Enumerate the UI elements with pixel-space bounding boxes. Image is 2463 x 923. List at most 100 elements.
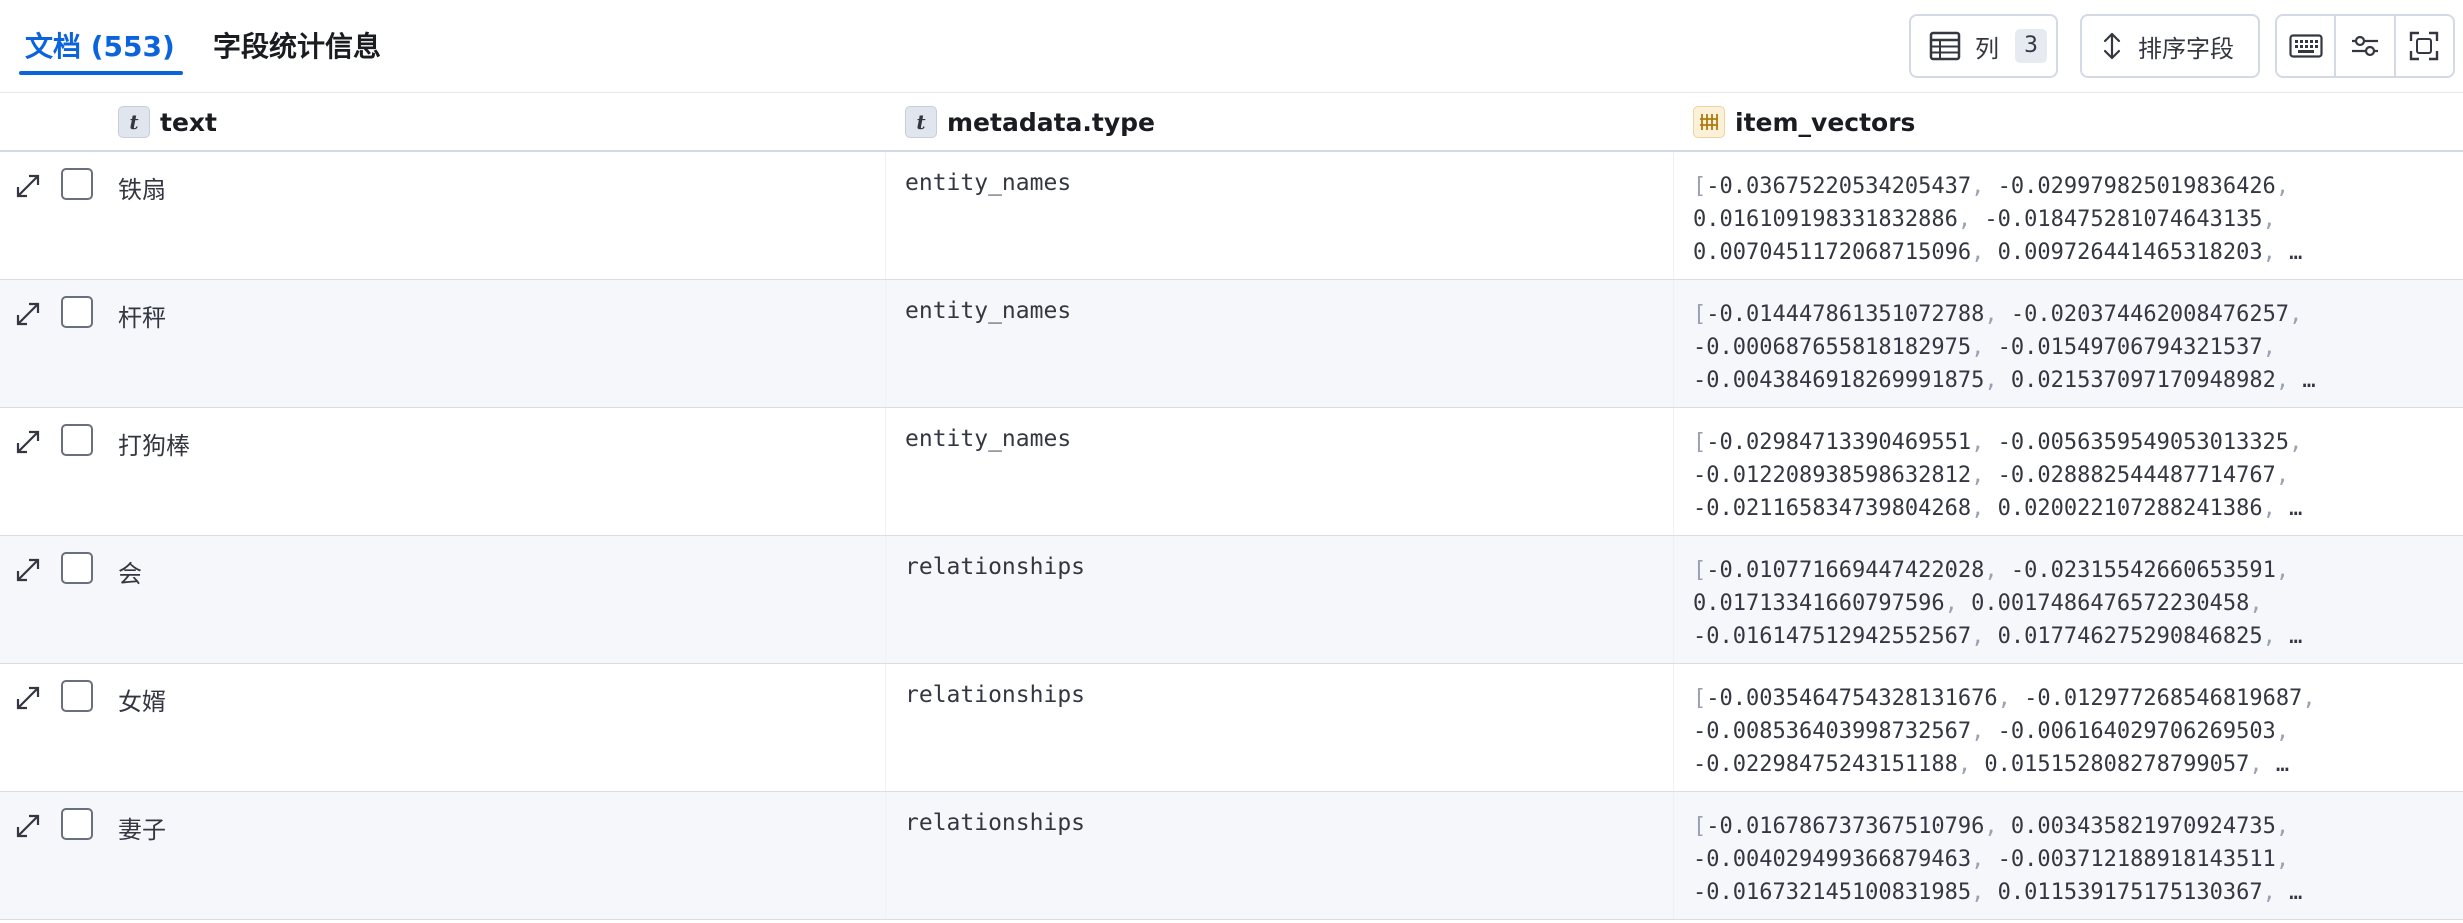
cell-text[interactable]: 妻子 (118, 810, 166, 845)
vector-line: 0.016109198331832886, -0.018475281074643… (1693, 207, 2276, 232)
vector-line: [-0.0035464754328131676, -0.012977268546… (1693, 686, 2316, 711)
vector-line: 0.0070451172068715096, 0.009726441465318… (1693, 240, 2303, 265)
expand-icon[interactable] (14, 428, 42, 456)
cell-metadata-type[interactable]: entity_names (905, 170, 1071, 196)
cell-metadata-type[interactable]: relationships (905, 682, 1085, 708)
column-header-text[interactable]: t text (118, 93, 217, 151)
vector-line: [-0.02984713390469551, -0.00563595490530… (1693, 430, 2303, 455)
vector-line: [-0.010771669447422028, -0.0231554266065… (1693, 558, 2290, 583)
column-header-metadata-type[interactable]: t metadata.type (905, 93, 1155, 151)
vector-line: [-0.03675220534205437, -0.02997982501983… (1693, 174, 2290, 199)
truncation-ellipsis: … (2289, 624, 2303, 649)
cell-item-vectors[interactable]: [-0.016786737367510796, 0.00343582197092… (1693, 810, 2413, 909)
table-row: 会 relationships [-0.010771669447422028, … (0, 536, 2463, 664)
cell-item-vectors[interactable]: [-0.010771669447422028, -0.0231554266065… (1693, 554, 2413, 653)
expand-icon[interactable] (14, 556, 42, 584)
row-select-checkbox[interactable] (61, 296, 93, 328)
vector-line: -0.016732145100831985, 0.011539175175130… (1693, 880, 2303, 905)
column-divider (885, 408, 886, 535)
vector-line: 0.01713341660797596, 0.00174864765722304… (1693, 591, 2263, 616)
column-divider (1673, 152, 1674, 279)
cell-item-vectors[interactable]: [-0.03675220534205437, -0.02997982501983… (1693, 170, 2413, 269)
column-header-item-vectors[interactable]: item_vectors (1693, 93, 1915, 151)
row-select-checkbox[interactable] (61, 808, 93, 840)
column-divider (1673, 664, 1674, 791)
cell-item-vectors[interactable]: [-0.014447861351072788, -0.0203744620084… (1693, 298, 2413, 397)
table-row: 打狗棒 entity_names [-0.02984713390469551, … (0, 408, 2463, 536)
cell-metadata-type[interactable]: relationships (905, 810, 1085, 836)
expand-icon[interactable] (14, 684, 42, 712)
column-divider (1673, 536, 1674, 663)
columns-label: 列 (1975, 34, 1999, 63)
column-header-label: metadata.type (947, 107, 1156, 137)
discover-top-bar: 文档 (553) 字段统计信息 列 3 排序字段 (0, 0, 2463, 92)
expand-icon[interactable] (14, 300, 42, 328)
data-grid-header: t text t metadata.type item_vectors (0, 92, 2463, 152)
cell-text[interactable]: 女婿 (118, 682, 166, 717)
column-header-label: item_vectors (1735, 107, 1916, 137)
cell-item-vectors[interactable]: [-0.0035464754328131676, -0.012977268546… (1693, 682, 2413, 781)
sort-fields-label: 排序字段 (2138, 34, 2234, 63)
keyboard-shortcuts-button[interactable] (2277, 16, 2334, 76)
tab-documents[interactable]: 文档 (553) (19, 22, 183, 75)
cell-item-vectors[interactable]: [-0.02984713390469551, -0.00563595490530… (1693, 426, 2413, 525)
display-options-icon (2351, 35, 2378, 57)
display-options-button[interactable] (2334, 16, 2393, 76)
columns-count-badge: 3 (2015, 29, 2047, 63)
columns-button[interactable]: 列 3 (1909, 14, 2058, 78)
data-grid-body: 铁扇 entity_names [-0.03675220534205437, -… (0, 152, 2463, 920)
truncation-ellipsis: … (2289, 880, 2303, 905)
table-row: 杆秤 entity_names [-0.014447861351072788, … (0, 280, 2463, 408)
column-divider (885, 664, 886, 791)
truncation-ellipsis: … (2302, 368, 2316, 393)
cell-metadata-type[interactable]: entity_names (905, 298, 1071, 324)
truncation-ellipsis: … (2275, 752, 2290, 777)
column-divider (885, 792, 886, 919)
cell-text[interactable]: 铁扇 (118, 170, 166, 205)
fullscreen-button[interactable] (2393, 16, 2453, 76)
sort-icon (2103, 32, 2121, 60)
table-icon (1929, 31, 1961, 61)
vector-line: -0.021165834739804268, 0.020022107288241… (1693, 496, 2303, 521)
dense-vector-field-type-icon (1693, 106, 1725, 138)
column-divider (1673, 792, 1674, 919)
truncation-ellipsis: … (2289, 496, 2303, 521)
vector-line: -0.02298475243151188, 0.0151528082787990… (1693, 752, 2290, 777)
column-divider (1673, 280, 1674, 407)
expand-icon[interactable] (14, 172, 42, 200)
keyboard-icon (2289, 34, 2323, 58)
sort-fields-button[interactable]: 排序字段 (2080, 14, 2260, 78)
cell-text[interactable]: 打狗棒 (118, 426, 190, 461)
vector-line: [-0.016786737367510796, 0.00343582197092… (1693, 814, 2290, 839)
row-select-checkbox[interactable] (61, 168, 93, 200)
cell-text[interactable]: 会 (118, 554, 142, 589)
cell-metadata-type[interactable]: relationships (905, 554, 1085, 580)
expand-icon[interactable] (14, 812, 42, 840)
vector-line: -0.012208938598632812, -0.02888254448771… (1693, 463, 2290, 488)
vector-line: -0.008536403998732567, -0.00616402970626… (1693, 719, 2290, 744)
cell-metadata-type[interactable]: entity_names (905, 426, 1071, 452)
vector-line: -0.000687655818182975, -0.01549706794321… (1693, 335, 2276, 360)
vector-line: -0.0043846918269991875, 0.02153709717094… (1693, 368, 2316, 393)
table-row: 女婿 relationships [-0.0035464754328131676… (0, 664, 2463, 792)
row-select-checkbox[interactable] (61, 680, 93, 712)
column-header-label: text (160, 107, 217, 137)
truncation-ellipsis: … (2289, 240, 2303, 265)
text-field-type-icon: t (905, 106, 937, 138)
row-select-checkbox[interactable] (61, 424, 93, 456)
table-row: 铁扇 entity_names [-0.03675220534205437, -… (0, 152, 2463, 280)
tab-field-statistics[interactable]: 字段统计信息 (213, 22, 381, 72)
vector-line: -0.016147512942552567, 0.017746275290846… (1693, 624, 2303, 649)
column-divider (885, 536, 886, 663)
column-divider (885, 280, 886, 407)
vector-line: -0.004029499366879463, -0.00371218891814… (1693, 847, 2290, 872)
table-row: 妻子 relationships [-0.016786737367510796,… (0, 792, 2463, 920)
cell-text[interactable]: 杆秤 (118, 298, 166, 333)
column-divider (1673, 408, 1674, 535)
vector-line: [-0.014447861351072788, -0.0203744620084… (1693, 302, 2303, 327)
text-field-type-icon: t (118, 106, 150, 138)
column-divider (885, 152, 886, 279)
grid-controls-group (2275, 14, 2455, 78)
fullscreen-icon (2410, 31, 2439, 61)
row-select-checkbox[interactable] (61, 552, 93, 584)
